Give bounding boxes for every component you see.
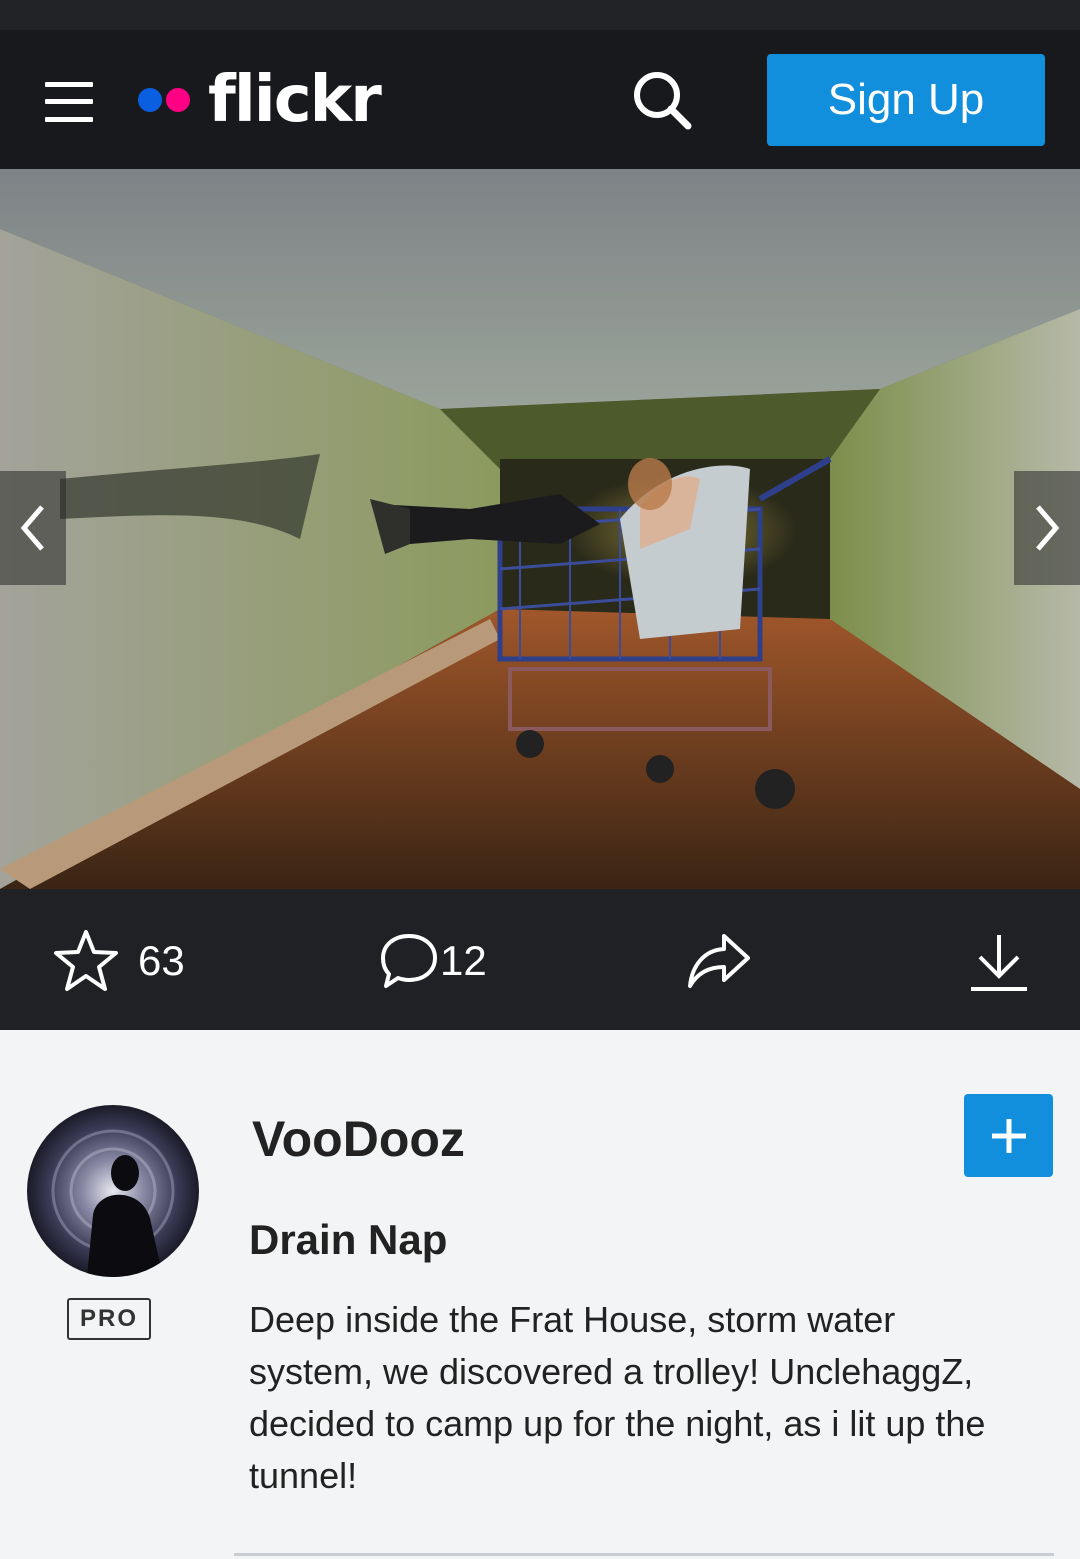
flickr-logo[interactable]: flickr (138, 63, 382, 137)
logo-pink-dot (166, 88, 190, 112)
divider (234, 1553, 1054, 1556)
owner-username[interactable]: VooDooz (252, 1110, 465, 1168)
logo-wordmark: flickr (208, 63, 382, 137)
share-icon (688, 934, 750, 988)
photo-title: Drain Nap (249, 1216, 448, 1263)
photo-action-bar: 63 12 (0, 889, 1080, 1030)
hamburger-menu-icon[interactable] (45, 82, 93, 122)
comments-count: 12 (440, 937, 487, 984)
chevron-left-icon (20, 505, 44, 551)
comment-icon (381, 934, 437, 988)
photo-image (0, 169, 1080, 889)
next-photo-button[interactable] (1014, 471, 1080, 585)
status-bar (0, 0, 1080, 30)
logo-blue-dot (138, 88, 162, 112)
sign-up-button[interactable]: Sign Up (767, 54, 1045, 146)
comments-button[interactable]: 12 (378, 929, 487, 993)
chevron-right-icon (1036, 505, 1060, 551)
main-photo[interactable] (0, 169, 1080, 889)
previous-photo-button[interactable] (0, 471, 66, 585)
follow-button[interactable] (964, 1094, 1053, 1177)
avatar-image (27, 1105, 199, 1277)
download-icon (971, 935, 1027, 991)
favorite-button[interactable]: 63 (52, 929, 185, 993)
download-button[interactable] (968, 929, 1030, 993)
plus-icon (991, 1118, 1026, 1153)
favorites-count: 63 (138, 937, 185, 984)
pro-badge: PRO (67, 1298, 151, 1340)
share-button[interactable] (686, 929, 752, 993)
photo-info-panel: PRO VooDooz Drain Nap Deep inside the Fr… (0, 1030, 1080, 1559)
star-icon (54, 930, 118, 991)
search-icon[interactable] (630, 68, 694, 132)
avatar[interactable] (27, 1105, 199, 1277)
top-nav-bar: flickr Sign Up (0, 30, 1080, 169)
photo-description: Deep inside the Frat House, storm water … (249, 1299, 986, 1496)
